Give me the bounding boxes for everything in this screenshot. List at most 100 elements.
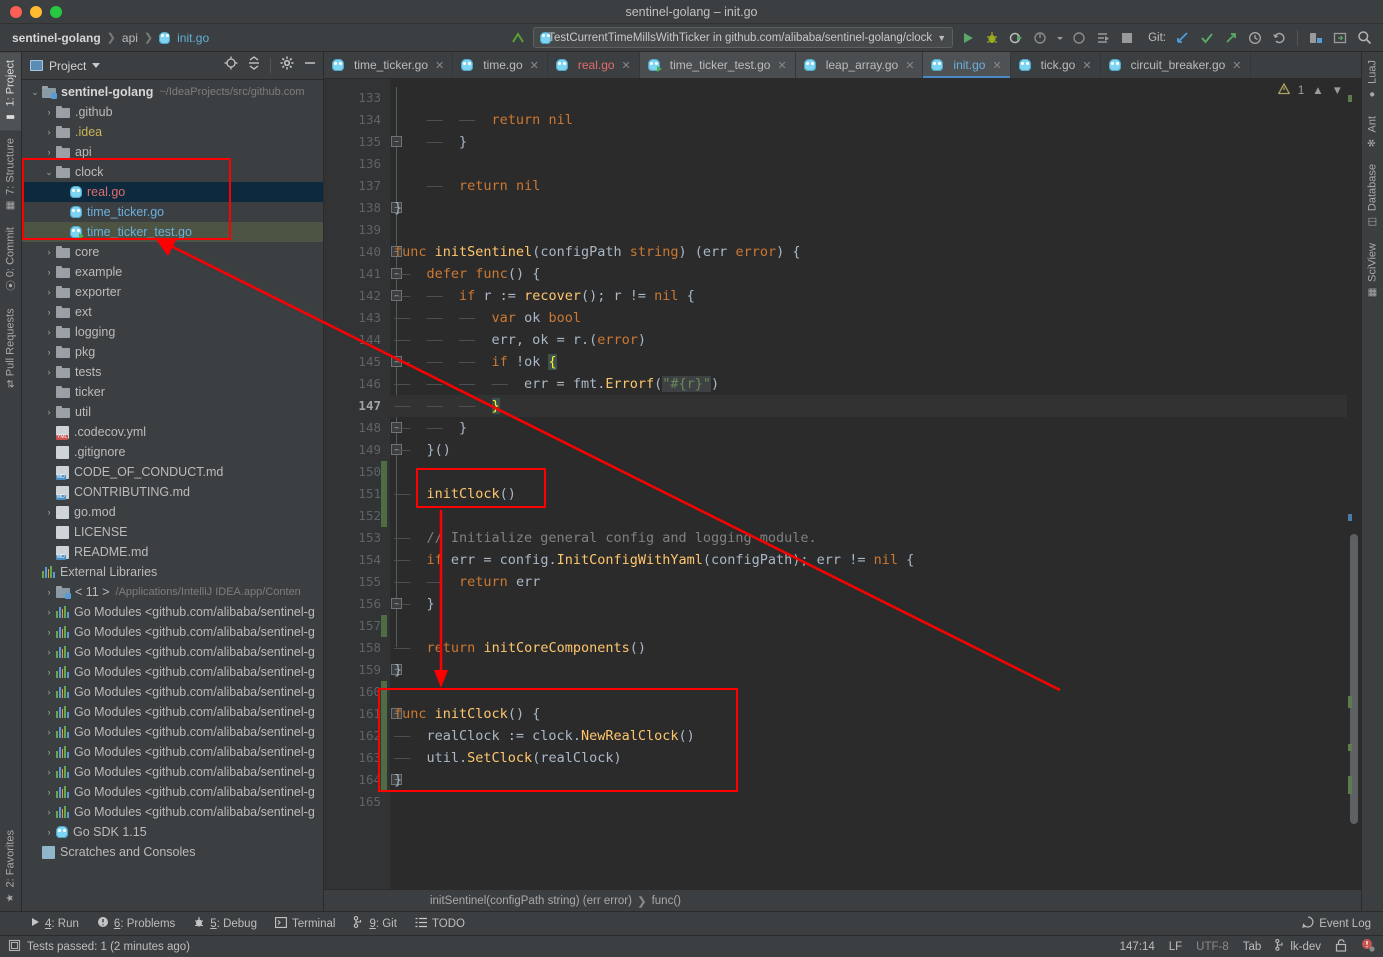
line-number[interactable]: 148	[324, 417, 390, 439]
line-number[interactable]: 134	[324, 109, 390, 131]
window-controls[interactable]	[10, 5, 62, 18]
tree-item[interactable]: › Go Modules <github.com/alibaba/sentinel…	[22, 742, 323, 762]
breadcrumb-folder[interactable]: api	[122, 31, 138, 45]
expand-arrow-icon[interactable]: ›	[42, 687, 56, 697]
line-number[interactable]: 155	[324, 571, 390, 593]
collapse-all-icon[interactable]	[247, 56, 261, 75]
tree-item[interactable]: › < 11 > /Applications/IntelliJ IDEA.app/C…	[22, 582, 323, 602]
project-tree[interactable]: ⌄ sentinel-golang ~/IdeaProjects/src/githu…	[22, 80, 323, 911]
tree-item[interactable]: › pkg	[22, 342, 323, 362]
code-line[interactable]: —— —— —— var ok bool	[390, 307, 1347, 329]
expand-arrow-icon[interactable]: ›	[42, 647, 56, 657]
project-structure-icon[interactable]	[1307, 28, 1325, 48]
line-number[interactable]: 141	[324, 263, 390, 285]
tool-button-debug[interactable]: 5: Debug	[193, 916, 257, 931]
code-line[interactable]: —— return initCoreComponents()	[390, 637, 1347, 659]
breadcrumb-file[interactable]: init.go	[177, 31, 209, 45]
tool-button-terminal[interactable]: Terminal	[275, 916, 335, 931]
run-configuration-selector[interactable]: TestCurrentTimeMillsWithTicker in github…	[533, 27, 954, 48]
tree-item[interactable]: › .idea	[22, 122, 323, 142]
code-line[interactable]: —— —— if r := recover(); r != nil {	[390, 285, 1347, 307]
editor-tab-bar[interactable]: time_ticker.go ✕ time.go ✕ real.go ✕ time_tick…	[324, 52, 1361, 79]
expand-arrow-icon[interactable]: ›	[42, 787, 56, 797]
commit-icon[interactable]	[1198, 28, 1216, 48]
tree-item[interactable]: › Go Modules <github.com/alibaba/sentinel…	[22, 682, 323, 702]
profiler-dropdown-icon[interactable]	[1055, 28, 1064, 48]
tree-item[interactable]: YML .codecov.yml	[22, 422, 323, 442]
expand-arrow-icon[interactable]: ›	[42, 507, 56, 517]
sidebar-item-ant[interactable]: ✻ Ant	[1362, 108, 1383, 157]
expand-arrow-icon[interactable]: ›	[42, 107, 56, 117]
expand-arrow-icon[interactable]: ›	[42, 807, 56, 817]
line-number[interactable]: 153	[324, 527, 390, 549]
code-line[interactable]: —— return nil	[390, 175, 1347, 197]
code-line[interactable]: }	[390, 659, 1347, 681]
close-tab-icon[interactable]: ✕	[1232, 59, 1241, 72]
expand-arrow-icon[interactable]: ›	[42, 247, 56, 257]
editor-inspection-widget[interactable]: 1 ▲ ▼	[1277, 82, 1343, 98]
editor-breadcrumb[interactable]: initSentinel(configPath string) (err err…	[324, 889, 1361, 911]
tree-item[interactable]: real.go	[22, 182, 323, 202]
tree-item[interactable]: › exporter	[22, 282, 323, 302]
editor-gutter[interactable]: 133 134 135 136 137 138 139 140 141 142 143 144 145 1…	[324, 79, 390, 889]
tree-item[interactable]: › Go Modules <github.com/alibaba/sentinel…	[22, 642, 323, 662]
expand-arrow-icon[interactable]: ›	[42, 287, 56, 297]
tool-button-problems[interactable]: 6: Problems	[97, 916, 175, 931]
expand-arrow-icon[interactable]: ›	[42, 347, 56, 357]
line-number[interactable]: 147	[324, 395, 390, 417]
tree-item[interactable]: › Go Modules <github.com/alibaba/sentinel…	[22, 782, 323, 802]
close-tab-icon[interactable]: ✕	[992, 59, 1001, 72]
tree-item[interactable]: › go.mod	[22, 502, 323, 522]
editor-tab[interactable]: leap_array.go ✕	[795, 52, 924, 78]
tree-item[interactable]: LICENSE	[22, 522, 323, 542]
line-number[interactable]: 135	[324, 131, 390, 153]
run-with-coverage-button[interactable]	[1007, 28, 1025, 48]
expand-arrow-icon[interactable]: ⌄	[28, 87, 42, 98]
tree-item[interactable]: MD CONTRIBUTING.md	[22, 482, 323, 502]
line-separator[interactable]: LF	[1169, 941, 1182, 953]
expand-arrow-icon[interactable]: ›	[42, 667, 56, 677]
tool-button-git[interactable]: 9: Git	[353, 916, 397, 931]
tree-item[interactable]: › Go Modules <github.com/alibaba/sentinel…	[22, 662, 323, 682]
code-line[interactable]: —— —— —— if !ok {	[390, 351, 1347, 373]
code-line[interactable]: —— defer func() {	[390, 263, 1347, 285]
stop-button[interactable]	[1118, 28, 1136, 48]
code-line[interactable]	[390, 681, 1347, 703]
tree-item[interactable]: › Go Modules <github.com/alibaba/sentinel…	[22, 762, 323, 782]
expand-arrow-icon[interactable]: ›	[42, 707, 56, 717]
editor-tab[interactable]: real.go ✕	[548, 52, 640, 78]
tree-item[interactable]: time_ticker.go	[22, 202, 323, 222]
editor-scrollbar[interactable]	[1347, 79, 1361, 889]
code-line[interactable]: —— if err = config.InitConfigWithYaml(co…	[390, 549, 1347, 571]
lock-icon[interactable]	[1335, 938, 1347, 955]
tree-item[interactable]: › Go Modules <github.com/alibaba/sentinel…	[22, 602, 323, 622]
tree-item[interactable]: › Go Modules <github.com/alibaba/sentinel…	[22, 622, 323, 642]
debug-button[interactable]	[983, 28, 1001, 48]
tree-item[interactable]: › Go SDK 1.15	[22, 822, 323, 842]
tree-item[interactable]: › util	[22, 402, 323, 422]
code-line[interactable]: func initSentinel(configPath string) (er…	[390, 241, 1347, 263]
code-line[interactable]: }	[390, 769, 1347, 791]
expand-arrow-icon[interactable]: ›	[42, 587, 56, 597]
line-number[interactable]: 159	[324, 659, 390, 681]
expand-arrow-icon[interactable]: ›	[42, 727, 56, 737]
code-line[interactable]	[390, 87, 1347, 109]
sidebar-item-project[interactable]: ▮ 1: Project	[0, 52, 21, 131]
vcs-change-marker[interactable]	[381, 461, 387, 527]
line-number[interactable]: 137	[324, 175, 390, 197]
line-number[interactable]: 144	[324, 329, 390, 351]
expand-arrow-icon[interactable]: ›	[42, 627, 56, 637]
editor-tab[interactable]: time.go ✕	[453, 52, 548, 78]
code-line[interactable]: }	[390, 197, 1347, 219]
expand-arrow-icon[interactable]: ›	[42, 827, 56, 837]
inspection-status-icon[interactable]	[1361, 938, 1375, 955]
marker-change[interactable]	[1348, 744, 1352, 751]
git-branch-widget[interactable]: lk-dev	[1275, 938, 1321, 954]
breadcrumb-project[interactable]: sentinel-golang	[12, 31, 101, 45]
line-number[interactable]: 139	[324, 219, 390, 241]
code-line[interactable]: —— }()	[390, 439, 1347, 461]
line-number[interactable]: 142	[324, 285, 390, 307]
event-log-button[interactable]: Event Log	[1302, 916, 1383, 931]
caret-position[interactable]: 147:14	[1120, 941, 1155, 953]
code-line[interactable]: —— —— —— }	[390, 395, 1347, 417]
